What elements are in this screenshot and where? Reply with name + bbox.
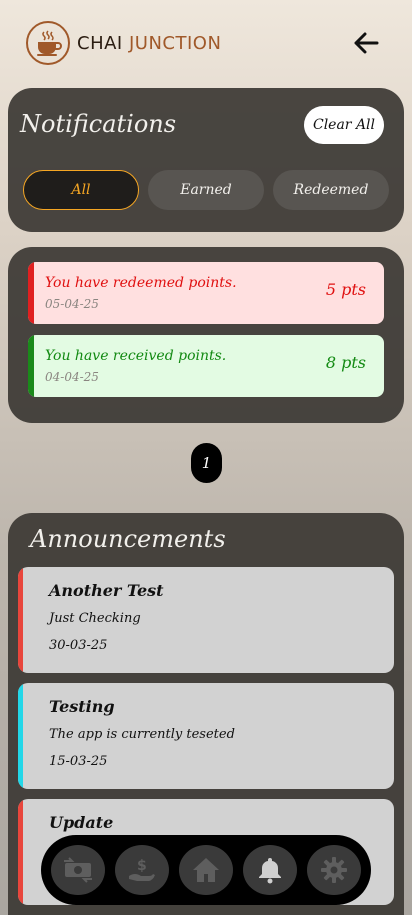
notifications-title: Notifications (20, 110, 177, 138)
notification-item-earned[interactable]: You have received points. 04-04-25 8 pts (28, 335, 384, 397)
notification-points: 5 pts (325, 280, 366, 299)
accent-bar (18, 799, 23, 905)
notifications-panel: Notifications Clear All All Earned Redee… (8, 88, 404, 232)
nav-exchange-button[interactable] (51, 845, 105, 895)
brand-logo (26, 21, 70, 65)
tab-redeemed[interactable]: Redeemed (273, 170, 389, 210)
nav-settings-button[interactable] (307, 845, 361, 895)
bottom-navigation: $ (41, 835, 371, 905)
announcement-card[interactable]: Testing The app is currently teseted 15-… (18, 683, 394, 789)
notification-message: You have redeemed points. (45, 275, 237, 291)
announcement-date: 15-03-25 (49, 754, 108, 769)
notification-date: 04-04-25 (45, 370, 99, 384)
announcement-card[interactable]: Another Test Just Checking 30-03-25 (18, 567, 394, 673)
back-button[interactable] (350, 28, 382, 58)
arrow-left-icon (354, 32, 379, 54)
announcement-title: Update (49, 813, 114, 832)
brand-word-2: JUNCTION (128, 33, 222, 54)
announcement-title: Testing (49, 697, 115, 716)
exchange-money-icon (64, 857, 92, 883)
tab-earned[interactable]: Earned (148, 170, 264, 210)
announcements-title: Announcements (30, 525, 226, 553)
nav-home-button[interactable] (179, 845, 233, 895)
accent-bar (18, 567, 23, 673)
notification-points: 8 pts (325, 353, 366, 372)
bell-icon (259, 858, 281, 884)
accent-bar (18, 683, 23, 789)
chai-cup-icon (37, 30, 62, 56)
notification-item-redeemed[interactable]: You have redeemed points. 05-04-25 5 pts (28, 262, 384, 324)
announcement-body: The app is currently teseted (49, 727, 235, 742)
notification-message: You have received points. (45, 348, 227, 364)
gear-icon (321, 857, 347, 883)
notification-list: You have redeemed points. 05-04-25 5 pts… (8, 247, 404, 423)
clear-all-button[interactable]: Clear All (304, 106, 384, 144)
brand-name: CHAI JUNCTION (77, 33, 221, 54)
hand-coin-icon: $ (129, 858, 155, 881)
svg-text:$: $ (137, 858, 147, 874)
accent-bar (28, 262, 34, 324)
tab-all[interactable]: All (23, 170, 139, 210)
accent-bar (28, 335, 34, 397)
nav-redeem-button[interactable]: $ (115, 845, 169, 895)
announcement-date: 30-03-25 (49, 638, 108, 653)
notification-date: 05-04-25 (45, 297, 99, 311)
nav-notifications-button[interactable] (243, 845, 297, 895)
announcement-title: Another Test (49, 581, 164, 600)
page-button-1[interactable]: 1 (191, 443, 222, 483)
app-header: CHAI JUNCTION (0, 0, 412, 88)
announcement-body: Just Checking (49, 611, 141, 626)
home-icon (193, 858, 219, 882)
brand-word-1: CHAI (77, 33, 123, 54)
